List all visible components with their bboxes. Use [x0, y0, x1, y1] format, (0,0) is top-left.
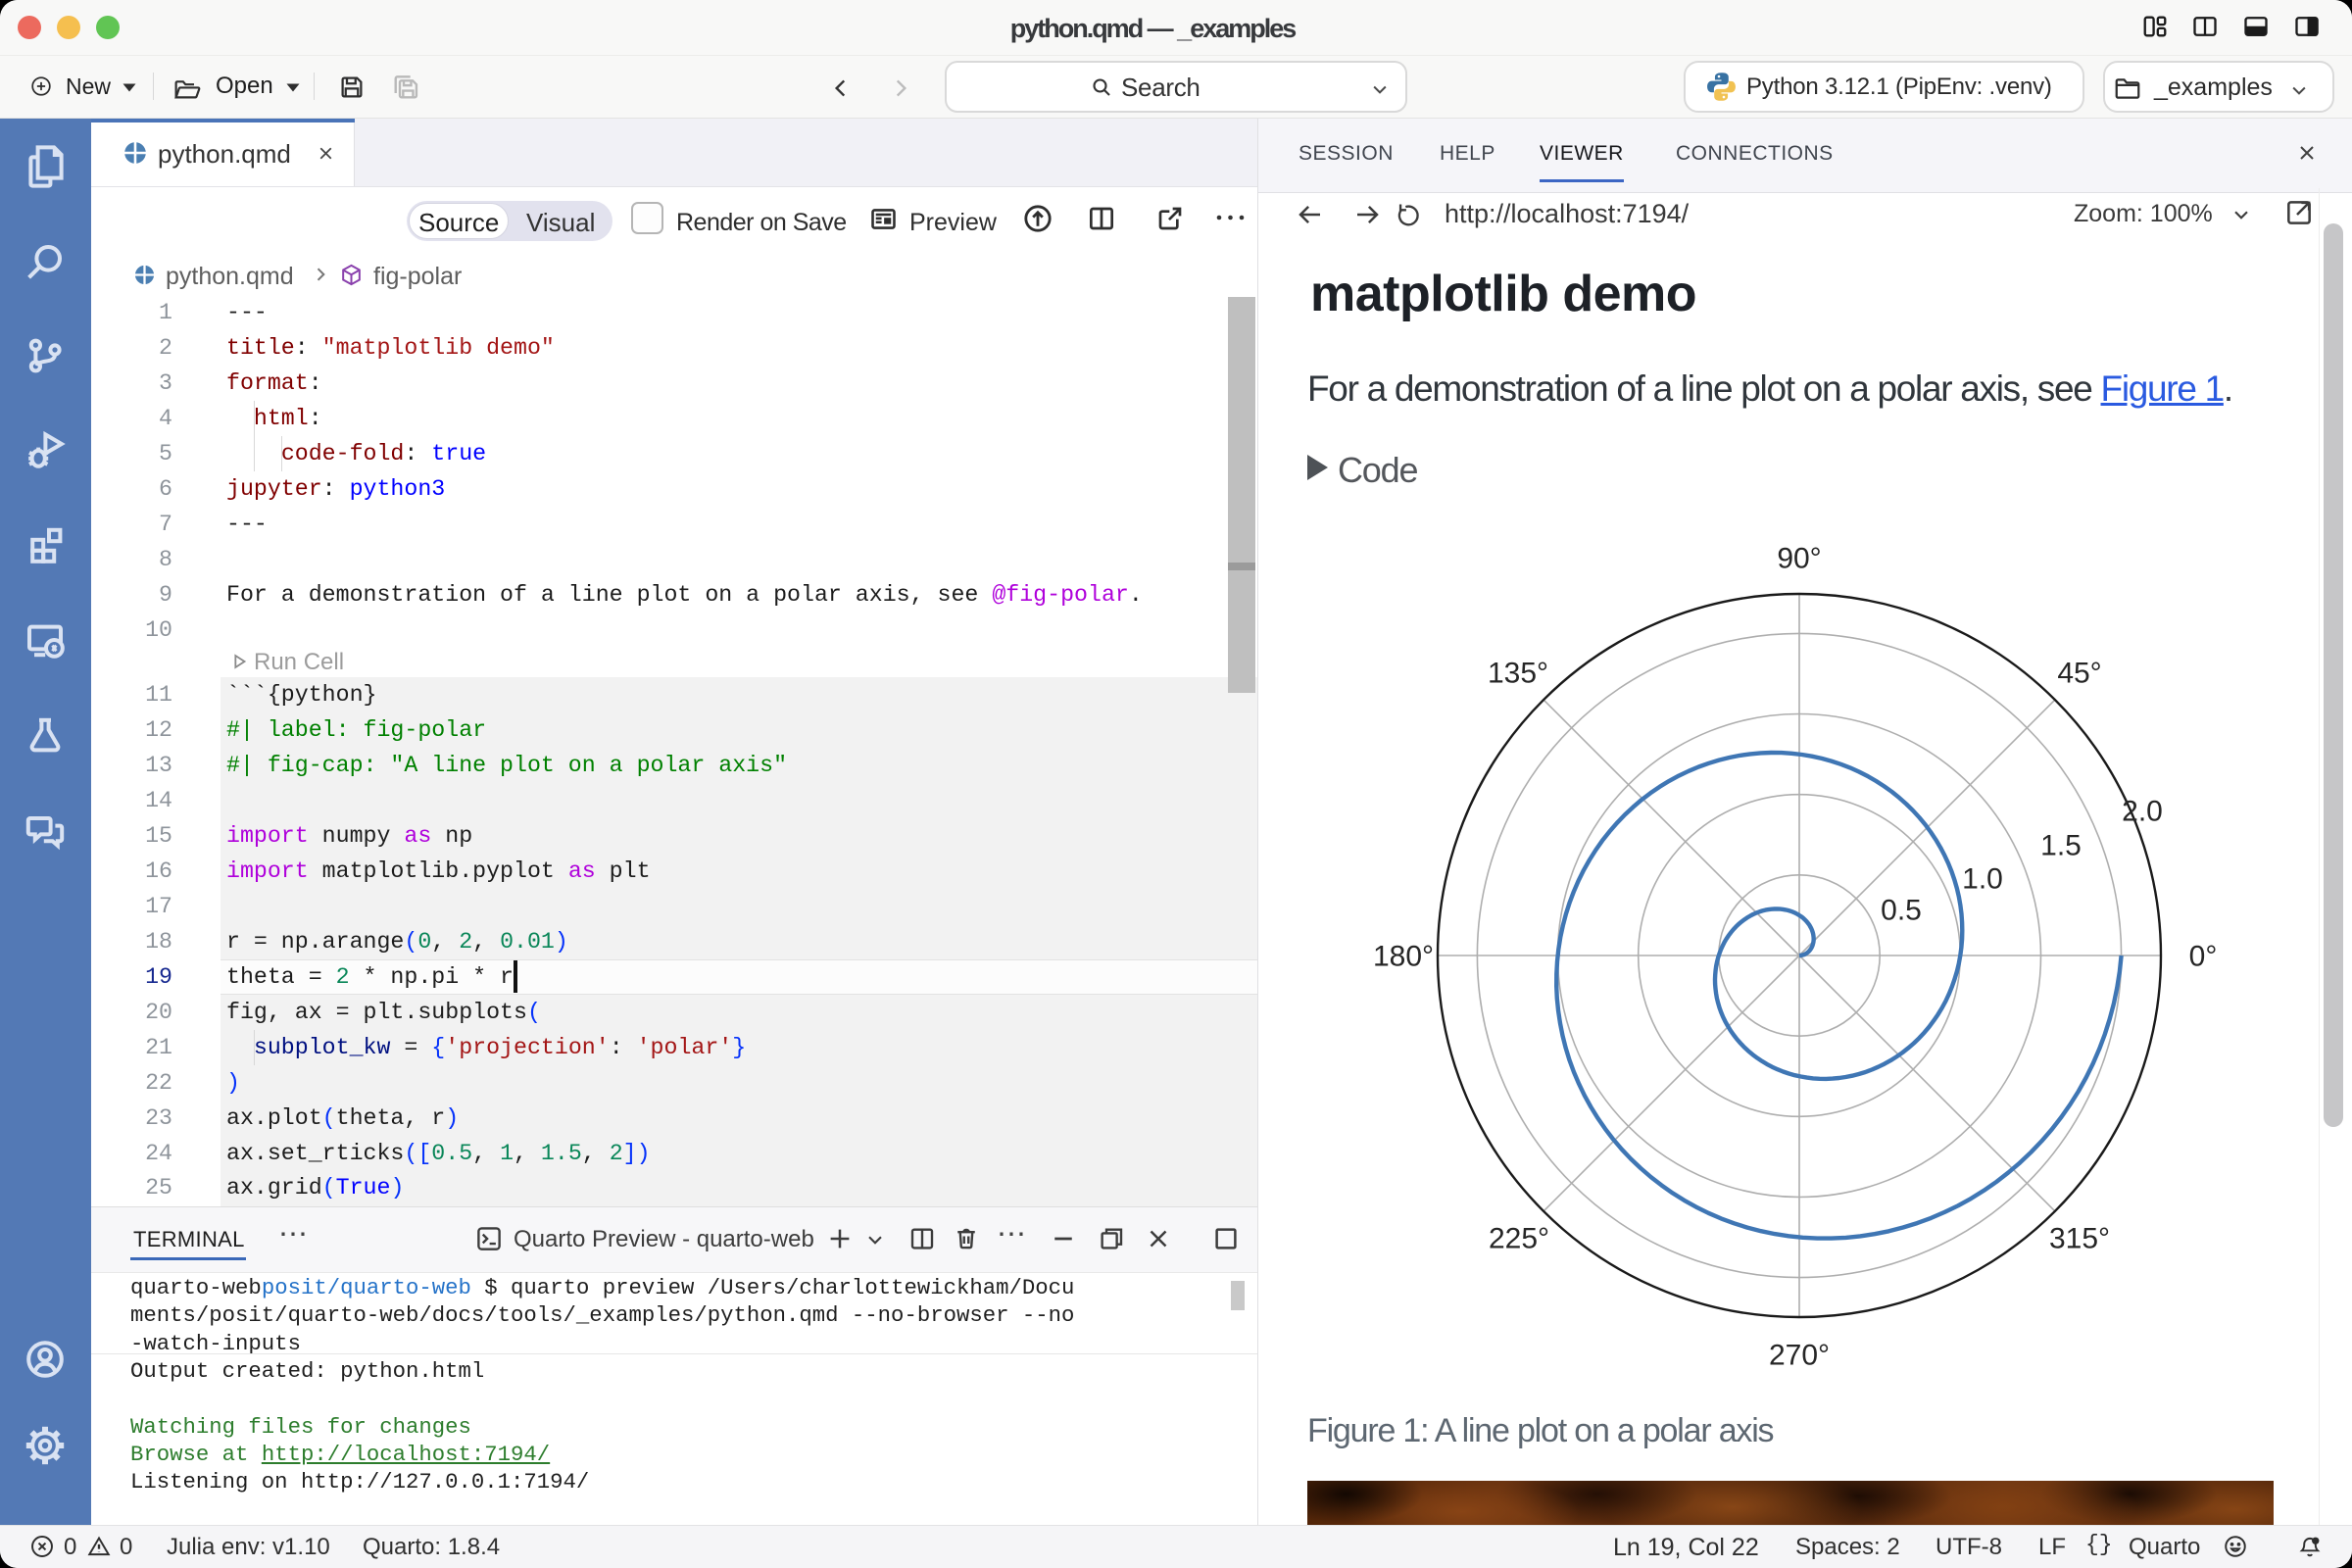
svg-text:90°: 90° — [1777, 543, 1821, 575]
svg-text:0.5: 0.5 — [1881, 895, 1922, 927]
svg-text:135°: 135° — [1488, 658, 1548, 690]
svg-text:225°: 225° — [1489, 1223, 1549, 1255]
svg-text:1.5: 1.5 — [2040, 830, 2082, 862]
svg-text:180°: 180° — [1373, 941, 1434, 973]
svg-text:270°: 270° — [1769, 1340, 1830, 1372]
svg-text:2.0: 2.0 — [2122, 796, 2163, 828]
svg-text:315°: 315° — [2049, 1223, 2110, 1255]
svg-text:0°: 0° — [2189, 941, 2218, 973]
svg-text:1.0: 1.0 — [1962, 863, 2003, 896]
svg-text:45°: 45° — [2057, 658, 2101, 690]
